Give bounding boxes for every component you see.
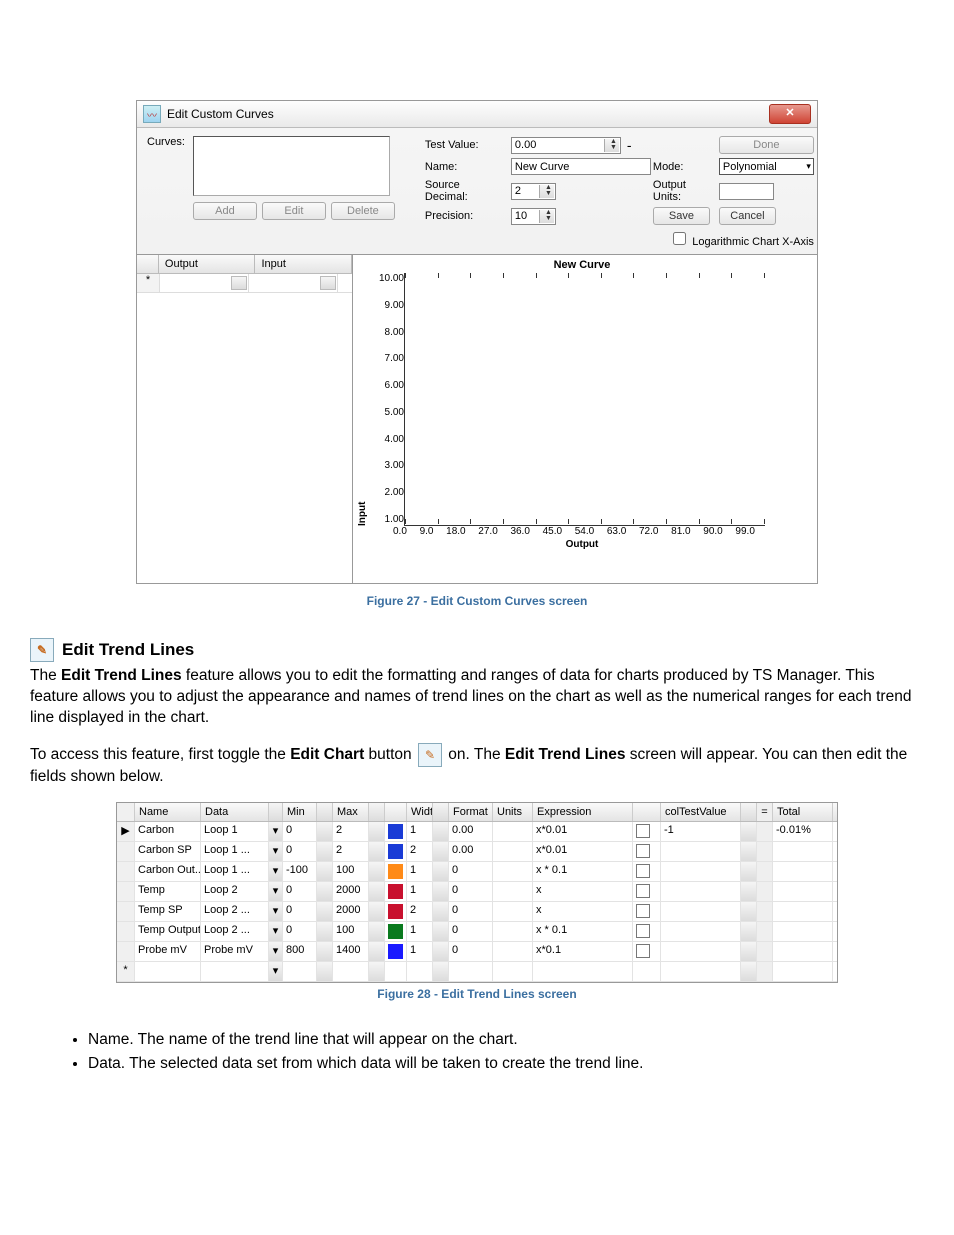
window-title: Edit Custom Curves bbox=[167, 107, 274, 121]
chart: New Curve Input 10.009.00 8.007.00 6.005… bbox=[353, 254, 817, 583]
output-units-input[interactable] bbox=[719, 183, 774, 200]
bullet-data: Data. The selected data set from which d… bbox=[88, 1055, 924, 1073]
precision-label: Precision: bbox=[425, 210, 505, 222]
mode-label: Mode: bbox=[653, 161, 713, 173]
logx-checkbox[interactable] bbox=[673, 232, 686, 245]
app-icon: 〰 bbox=[143, 105, 161, 123]
grid-header-input: Input bbox=[255, 255, 352, 273]
curves-label: Curves: bbox=[147, 136, 185, 148]
table-new-row[interactable]: *▾ bbox=[117, 962, 837, 982]
done-button[interactable]: Done bbox=[719, 136, 814, 154]
precision-input[interactable]: 10▲▼ bbox=[511, 208, 556, 225]
mode-dropdown[interactable]: Polynomial bbox=[719, 158, 814, 175]
output-units-label: Output Units: bbox=[653, 179, 713, 203]
close-button[interactable]: ✕ bbox=[769, 104, 811, 124]
logx-label: Logarithmic Chart X-Axis bbox=[692, 236, 814, 248]
table-header-row: Name Data Min Max Width Format Units Exp… bbox=[117, 803, 837, 822]
table-row[interactable]: Temp OutputLoop 2 ...▾010010x * 0.1 bbox=[117, 922, 837, 942]
add-button[interactable]: Add bbox=[193, 202, 257, 220]
table-row[interactable]: TempLoop 2▾0200010x bbox=[117, 882, 837, 902]
grid-input-cell[interactable] bbox=[249, 274, 338, 292]
delete-button[interactable]: Delete bbox=[331, 202, 395, 220]
name-input[interactable]: New Curve bbox=[511, 158, 651, 175]
figure-27-caption: Figure 27 - Edit Custom Curves screen bbox=[30, 594, 924, 608]
y-ticks: 10.009.00 8.007.00 6.005.00 4.003.00 2.0… bbox=[370, 273, 404, 525]
grid-header-output: Output bbox=[159, 255, 256, 273]
x-axis-label: Output bbox=[357, 539, 807, 550]
save-button[interactable]: Save bbox=[653, 207, 710, 225]
source-decimal-input[interactable]: 2▲▼ bbox=[511, 183, 556, 200]
plot-area bbox=[404, 273, 765, 526]
edit-chart-icon: ✎ bbox=[418, 743, 442, 767]
table-row[interactable]: Probe mVProbe mV▾800140010x*0.1 bbox=[117, 942, 837, 962]
new-row-star: * bbox=[137, 274, 160, 292]
para-2: To access this feature, first toggle the… bbox=[30, 743, 924, 788]
bullet-list: Name. The name of the trend line that wi… bbox=[48, 1031, 924, 1073]
test-value-label: Test Value: bbox=[425, 139, 505, 151]
chart-title: New Curve bbox=[357, 259, 807, 271]
dash: - bbox=[627, 137, 647, 153]
source-decimal-label: Source Decimal: bbox=[425, 179, 505, 203]
table-row[interactable]: ▶CarbonLoop 1▾0210.00x*0.01-1-0.01% bbox=[117, 822, 837, 842]
cancel-button[interactable]: Cancel bbox=[719, 207, 776, 225]
grid-output-cell[interactable] bbox=[160, 274, 249, 292]
table-row[interactable]: Temp SPLoop 2 ...▾0200020x bbox=[117, 902, 837, 922]
bullet-name: Name. The name of the trend line that wi… bbox=[88, 1031, 924, 1049]
figure-28-caption: Figure 28 - Edit Trend Lines screen bbox=[30, 987, 924, 1001]
name-label: Name: bbox=[425, 161, 505, 173]
curves-listbox[interactable] bbox=[193, 136, 390, 196]
trend-lines-table[interactable]: Name Data Min Max Width Format Units Exp… bbox=[116, 802, 838, 983]
y-axis-label: Input bbox=[357, 273, 368, 526]
section-heading: ✎ Edit Trend Lines bbox=[30, 638, 924, 662]
data-grid[interactable]: Output Input * bbox=[137, 254, 353, 583]
edit-button[interactable]: Edit bbox=[262, 202, 326, 220]
titlebar: 〰 Edit Custom Curves ✕ bbox=[137, 101, 817, 128]
table-row[interactable]: Carbon SPLoop 1 ...▾0220.00x*0.01 bbox=[117, 842, 837, 862]
edit-trend-lines-icon: ✎ bbox=[30, 638, 54, 662]
test-value-input[interactable]: 0.00▲▼ bbox=[511, 137, 621, 154]
table-row[interactable]: Carbon Out...Loop 1 ...▾-10010010x * 0.1 bbox=[117, 862, 837, 882]
x-ticks: 0.09.0 18.027.0 36.045.0 54.063.0 72.081… bbox=[393, 526, 755, 537]
para-1: The Edit Trend Lines feature allows you … bbox=[30, 666, 924, 729]
edit-custom-curves-window: 〰 Edit Custom Curves ✕ Curves: Add Edit … bbox=[136, 100, 818, 584]
